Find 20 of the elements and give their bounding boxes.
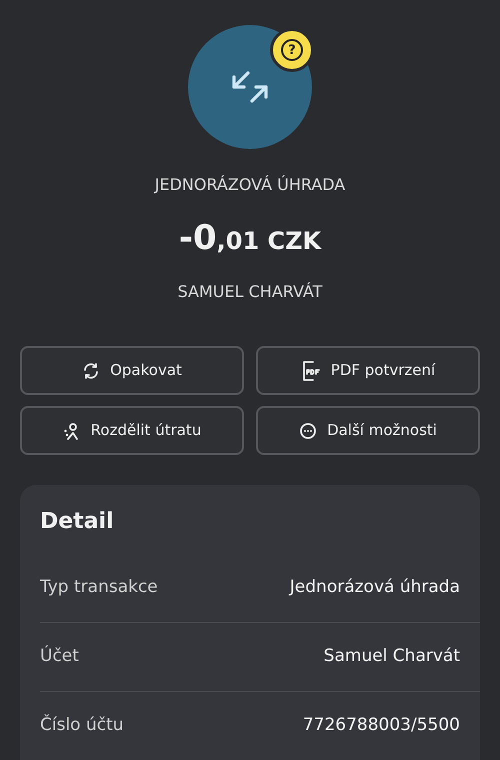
detail-value: Samuel Charvát bbox=[324, 645, 460, 668]
transaction-type: JEDNORÁZOVÁ ÚHRADA bbox=[154, 174, 346, 196]
action-button[interactable]: PDF potvrzení bbox=[256, 346, 480, 395]
detail-value: 7726788003/5500 bbox=[302, 714, 460, 738]
amount: -0,01 CZK bbox=[178, 217, 322, 260]
action-button[interactable]: Další možnosti bbox=[256, 406, 480, 455]
action-button[interactable]: Rozdělit útratu bbox=[20, 406, 244, 455]
help-badge: ? bbox=[270, 28, 314, 72]
action-button[interactable]: Opakovat bbox=[20, 346, 244, 395]
more-options-icon bbox=[299, 422, 318, 440]
counterparty-name: SAMUEL CHARVÁT bbox=[178, 281, 322, 303]
detail-value: Jednorázová úhrada bbox=[290, 576, 460, 600]
person-split-icon bbox=[62, 422, 81, 440]
detail-label: Účet bbox=[40, 644, 79, 668]
card-title: Detail bbox=[40, 508, 115, 536]
refresh-icon bbox=[82, 362, 100, 380]
pdf-document-icon bbox=[300, 360, 321, 382]
arrows-icon bbox=[230, 69, 270, 105]
detail-label: Typ transakce bbox=[40, 576, 158, 600]
detail-label: Číslo účtu bbox=[40, 713, 124, 738]
